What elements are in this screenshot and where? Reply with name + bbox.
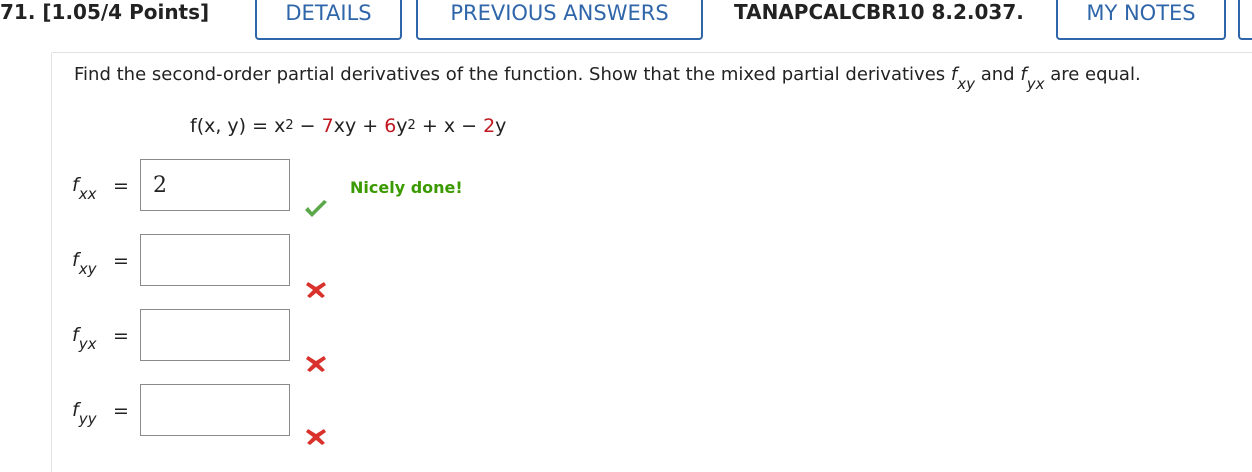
problem-reference: TANAPCALCBR10 8.2.037. — [734, 0, 1024, 24]
fyx-answer-input[interactable] — [140, 309, 290, 361]
feedback-message: Nicely done! — [350, 178, 463, 197]
fxy-f-letter: f — [72, 249, 79, 271]
x-mark-icon — [306, 356, 326, 372]
equation-operator-2: + — [356, 115, 385, 137]
x-mark-icon — [306, 282, 326, 298]
x-mark-icon — [306, 429, 326, 445]
equation-term-3: y — [495, 115, 507, 137]
equation-coefficient-2: 6 — [384, 115, 397, 137]
fyy-answer-input[interactable] — [140, 384, 290, 436]
fxy-label: fxy — [72, 249, 96, 278]
equation-lhs: f(x, y) = x — [190, 115, 286, 137]
fyy-subscript: yy — [78, 410, 97, 428]
fxy-equals-sign: = — [113, 250, 129, 272]
equation-operator-3: + x − — [415, 115, 484, 137]
prompt-text-start: Find the second-order partial derivative… — [74, 64, 946, 85]
fyy-label: fyy — [72, 399, 96, 428]
fyx-subscript: yx — [78, 335, 97, 353]
equation-coefficient-3: 2 — [483, 115, 496, 137]
prompt-yx-subscript: yx — [1026, 75, 1045, 93]
checkmark-icon — [305, 200, 327, 217]
prompt-f-yx-letter: f — [1020, 64, 1027, 85]
prompt-xy-subscript: xy — [957, 75, 975, 93]
fxx-subscript: xx — [78, 185, 97, 203]
header-divider — [52, 52, 1252, 53]
function-equation: f(x, y) = x2 − 7xy + 6y2 + x − 2y — [190, 115, 506, 137]
ask-teacher-button[interactable] — [1238, 0, 1252, 40]
question-prompt: Find the second-order partial derivative… — [74, 64, 1141, 93]
my-notes-button[interactable]: MY NOTES — [1056, 0, 1226, 40]
prompt-text-end: are equal. — [1050, 64, 1141, 85]
fxy-subscript: xy — [78, 260, 97, 278]
question-points-label: 71. [1.05/4 Points] — [0, 0, 210, 24]
equation-exponent-1: 2 — [285, 118, 294, 133]
fyx-equals-sign: = — [113, 325, 129, 347]
fxy-answer-input[interactable] — [140, 234, 290, 286]
details-button[interactable]: DETAILS — [255, 0, 402, 40]
fyy-f-letter: f — [72, 399, 79, 421]
fxx-f-letter: f — [72, 174, 79, 196]
equation-coefficient-1: 7 — [321, 115, 334, 137]
previous-answers-button[interactable]: PREVIOUS ANSWERS — [416, 0, 703, 40]
question-left-border — [51, 53, 52, 472]
fxx-equals-sign: = — [113, 175, 129, 197]
equation-operator-1: − — [293, 115, 322, 137]
question-header: 71. [1.05/4 Points] DETAILS PREVIOUS ANS… — [0, 0, 1252, 52]
fyx-label: fyx — [72, 324, 96, 353]
fxx-label: fxx — [72, 174, 96, 203]
fxx-answer-input[interactable] — [140, 159, 290, 211]
equation-exponent-2: 2 — [407, 118, 416, 133]
fyy-equals-sign: = — [113, 400, 129, 422]
equation-term-1: xy — [333, 115, 357, 137]
equation-term-2: y — [396, 115, 408, 137]
prompt-and-word: and — [980, 64, 1015, 85]
fyx-f-letter: f — [72, 324, 79, 346]
